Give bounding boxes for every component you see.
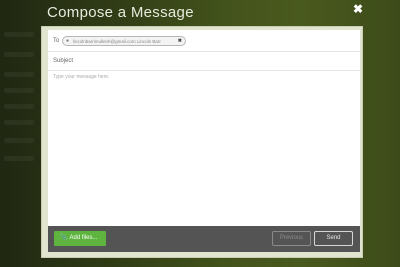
message-body-input[interactable]: Type your message here. [48,71,360,226]
to-label: To [53,38,60,44]
send-button[interactable]: Send [314,231,353,246]
recipient-row[interactable]: To ● lincolnbarrimullenh@gmail.com Linco… [48,30,360,52]
subject-field[interactable]: Subject [48,52,360,71]
modal-title: Compose a Message [47,4,194,21]
previous-button[interactable]: Previous [272,231,311,246]
compose-form: To ● lincolnbarrimullenh@gmail.com Linco… [48,30,360,226]
recipient-chip-text: lincolnbarrimullenh@gmail.com Lincoln Ba… [73,38,161,44]
message-placeholder: Type your message here. [53,74,110,80]
user-icon: ● [66,38,70,44]
compose-footer: 📎 Add files... Previous Send [48,226,360,252]
add-files-button[interactable]: 📎 Add files... [54,231,106,246]
recipient-chip[interactable]: ● lincolnbarrimullenh@gmail.com Lincoln … [62,36,186,46]
add-files-label: Add files... [69,235,98,241]
subject-label: Subject [53,58,74,64]
remove-icon[interactable]: ✖ [178,38,182,44]
paperclip-icon: 📎 [60,235,68,241]
close-icon[interactable]: ✖ [350,1,366,17]
